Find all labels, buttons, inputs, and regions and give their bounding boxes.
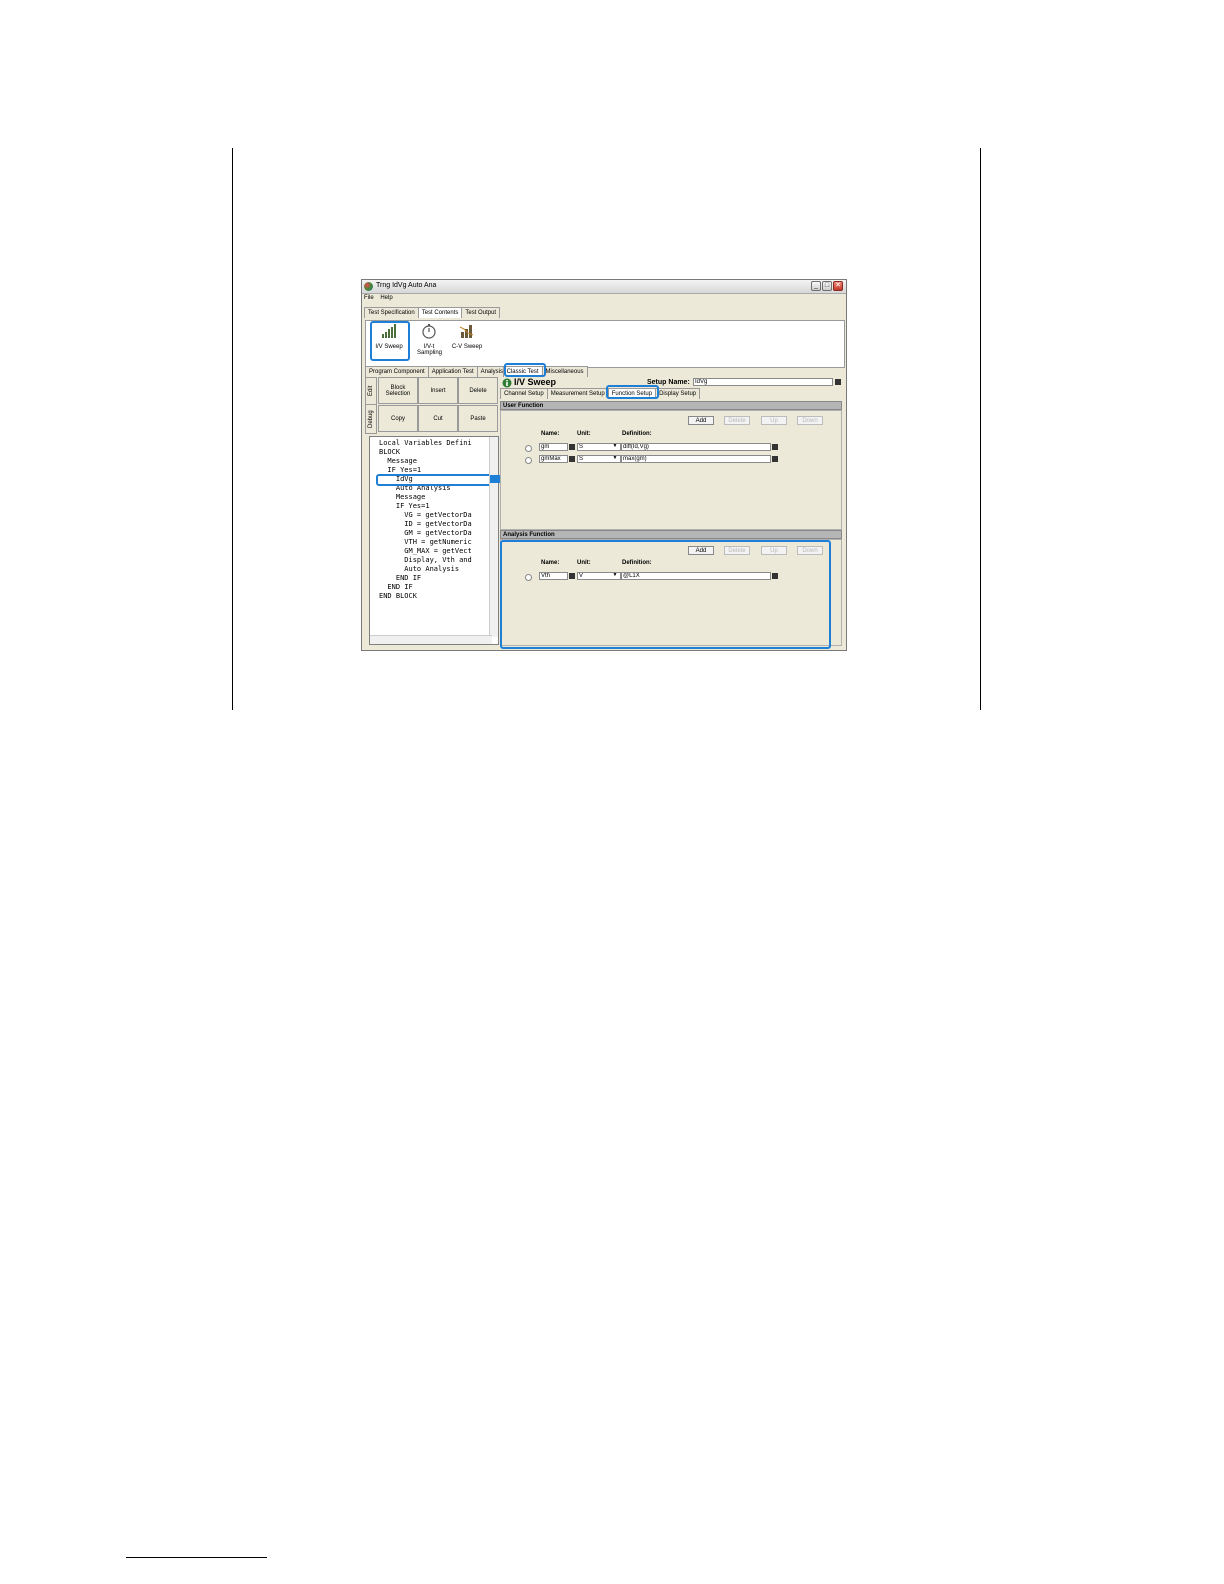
definition-menu-icon[interactable] [772,456,778,462]
maximize-button[interactable]: □ [822,281,832,291]
chevron-down-icon[interactable]: ▼ [612,443,618,450]
code-line[interactable]: END IF [379,574,421,583]
tool-ivt-sampling[interactable]: I/V-t Sampling [409,323,449,356]
code-line[interactable]: GM = getVectorDa [379,529,471,538]
code-line[interactable]: Auto Analysis [379,565,459,574]
tab-display-setup[interactable]: Display Setup [655,388,701,399]
window-title: Trng IdVg Auto Ana [376,282,437,289]
iv-sweep-highlight [370,321,410,361]
name-menu-icon[interactable] [569,456,575,462]
user-delete-button[interactable]: Delete [724,416,750,425]
user-row-radio[interactable] [525,457,532,464]
code-line[interactable]: Display, Vth and [379,556,471,565]
code-line[interactable]: END IF [379,583,412,592]
info-icon [502,378,512,388]
user-name-field[interactable]: gmMax [539,455,568,463]
block-selection-button[interactable]: Block Selection [378,377,418,404]
insert-button[interactable]: Insert [418,377,458,404]
analysis-function-highlight [500,540,831,649]
user-unit-column: Unit: [577,431,591,437]
definition-menu-icon[interactable] [772,444,778,450]
title-bar[interactable]: Trng IdVg Auto Ana _ □ ✕ [362,280,846,294]
tab-debug[interactable]: Debug [365,404,377,434]
code-line[interactable]: Message [379,493,426,502]
cut-button[interactable]: Cut [418,405,458,432]
tab-miscellaneous[interactable]: Miscellaneous [541,366,588,377]
page-right-rule [980,148,981,710]
tab-measurement-setup[interactable]: Measurement Setup [546,388,609,399]
code-line[interactable]: IF Yes=1 [379,502,430,511]
setup-title: I/V Sweep [514,377,557,387]
application-window: Trng IdVg Auto Ana _ □ ✕ File Help Test … [361,279,847,651]
user-function-header: User Function [500,401,842,410]
user-name-field[interactable]: gm [539,443,568,451]
tab-test-output[interactable]: Test Output [461,307,501,318]
cv-sweep-icon [459,325,474,338]
code-line[interactable]: VG = getVectorDa [379,511,471,520]
user-definition-field[interactable]: diff(Id,Vg) [621,443,771,451]
category-tabs: Program Component Application Test Analy… [365,366,588,377]
vertical-scrollbar[interactable] [489,437,498,637]
user-down-button[interactable]: Down [797,416,823,425]
setup-panel: I/V Sweep Setup Name: IdVg Channel Setup… [500,377,845,649]
menu-help[interactable]: Help [380,295,392,301]
classic-test-highlight [504,363,546,377]
code-line[interactable]: GM_MAX = getVect [379,547,471,556]
user-function-section: Add Delete Up Down Name: Unit: Definitio… [500,410,842,530]
copy-button[interactable]: Copy [378,405,418,432]
user-definition-column: Definition: [622,431,652,437]
setup-name-menu-icon[interactable] [835,379,841,385]
user-add-button[interactable]: Add [688,416,714,425]
tab-program-component[interactable]: Program Component [365,366,429,377]
analysis-function-header: Analysis Function [500,530,842,539]
idvg-line-highlight [376,474,493,486]
setup-name-field[interactable]: IdVg [693,378,833,386]
tab-test-contents[interactable]: Test Contents [417,307,463,318]
chevron-down-icon[interactable]: ▼ [612,455,618,462]
tab-application-test[interactable]: Application Test [427,366,478,377]
stopwatch-icon [422,324,436,339]
tool-ivt-sampling-label: I/V-t Sampling [417,344,443,356]
test-toolbox: I/V Sweep I/V-t Sampling C-V Sweep [365,320,845,368]
tool-cv-sweep-label: C-V Sweep [451,344,483,350]
tab-channel-setup[interactable]: Channel Setup [500,388,548,399]
close-button[interactable]: ✕ [833,281,843,291]
menu-file[interactable]: File [364,295,374,301]
tab-analysis[interactable]: Analysis [476,366,504,377]
horizontal-scrollbar[interactable] [370,635,492,644]
setup-tabs: Channel Setup Measurement Setup Function… [500,388,701,399]
code-line[interactable]: Local Variables Defini [379,439,472,448]
footnote-rule [126,1557,267,1558]
tool-cv-sweep[interactable]: C-V Sweep [447,323,487,350]
code-line[interactable]: END BLOCK [379,592,417,601]
code-line[interactable]: VTH = getNumeric [379,538,471,547]
code-line[interactable]: ID = getVectorDa [379,520,471,529]
function-setup-highlight [606,385,659,399]
user-row-radio[interactable] [525,445,532,452]
main-tabs: Test Specification Test Contents Test Ou… [364,307,501,318]
app-icon [364,282,373,291]
page-left-rule [232,148,233,710]
menu-bar: File Help [364,295,398,301]
tab-test-specification[interactable]: Test Specification [364,307,419,318]
user-name-column: Name: [541,431,560,437]
name-menu-icon[interactable] [569,444,575,450]
tab-edit[interactable]: Edit [365,377,377,405]
program-editor: Edit Debug Block Selection Insert Delete… [365,377,499,649]
delete-button[interactable]: Delete [458,377,498,404]
paste-button[interactable]: Paste [458,405,498,432]
minimize-button[interactable]: _ [811,281,821,291]
user-up-button[interactable]: Up [761,416,787,425]
user-definition-field[interactable]: max(gm) [621,455,771,463]
program-code-view[interactable]: Local Variables Defini BLOCK Message IF … [369,436,499,645]
code-line[interactable]: BLOCK [379,448,400,457]
code-line[interactable]: Message [379,457,417,466]
